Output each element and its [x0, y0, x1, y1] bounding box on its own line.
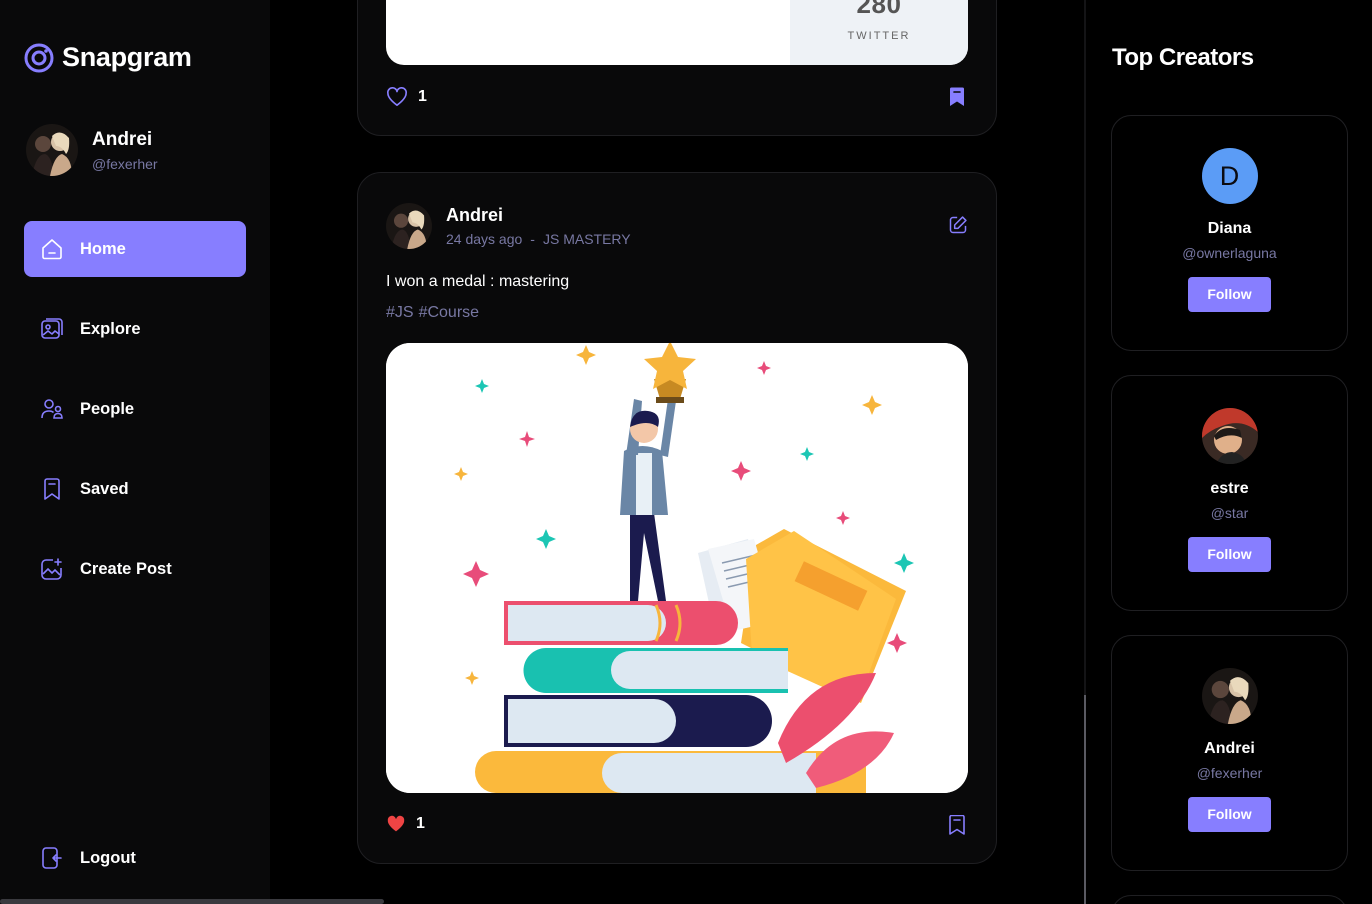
creator-card[interactable]: Andrei @fexerher Follow: [1111, 635, 1348, 871]
nav-item-label: Explore: [80, 319, 141, 338]
nav-item-label: Create Post: [80, 559, 172, 578]
vertical-scrollbar-thumb[interactable]: [1084, 695, 1086, 904]
app-name: Snapgram: [62, 42, 192, 72]
snapgram-logo-icon: [24, 43, 54, 72]
gallery-icon: [41, 318, 63, 339]
post-card: 280 TWITTER 1: [357, 0, 997, 136]
nav-item-people[interactable]: People: [24, 381, 246, 437]
follow-button[interactable]: Follow: [1188, 277, 1271, 312]
heart-outline-icon: [387, 87, 407, 106]
tweet-stat: 280 TWITTER: [790, 0, 968, 65]
profile-link[interactable]: Andrei @fexerher: [26, 124, 158, 176]
like-button[interactable]: 1: [386, 815, 425, 833]
user-handle: @fexerher: [92, 155, 158, 172]
user-name: Andrei: [92, 128, 153, 150]
creator-avatar: [1201, 408, 1258, 464]
create-post-icon: [41, 558, 62, 580]
creator-avatar: D: [1201, 148, 1258, 204]
people-icon: [41, 399, 63, 419]
post-location: JS MASTERY: [542, 231, 631, 247]
save-button[interactable]: [948, 87, 966, 107]
app-logo[interactable]: Snapgram: [24, 42, 192, 73]
logout-icon: [42, 847, 62, 869]
left-sidebar: Snapgram Andrei @fexerher Home Explore P…: [0, 0, 384, 904]
tweet-stat-label: TWITTER: [847, 30, 911, 42]
nav-item-label: Saved: [80, 479, 129, 498]
creator-handle: @ownerlaguna: [1182, 245, 1277, 261]
meta-separator: -: [530, 231, 535, 247]
creator-card[interactable]: estre @star Follow: [1111, 375, 1348, 611]
bookmark-icon: [44, 478, 60, 500]
creator-avatar: [1201, 668, 1258, 724]
follow-button[interactable]: Follow: [1188, 797, 1271, 832]
bookmark-icon: [949, 815, 965, 835]
edit-icon: [949, 216, 967, 234]
creator-name: estre: [1210, 480, 1249, 497]
home-icon: [42, 239, 62, 260]
creator-handle: @star: [1210, 505, 1249, 521]
main-nav: Home Explore People Saved Create Post: [24, 221, 246, 621]
trophy-books-illustration: [386, 343, 968, 793]
post-meta: 24 days ago - JS MASTERY: [446, 231, 631, 247]
logout-label: Logout: [80, 848, 136, 867]
nav-item-saved[interactable]: Saved: [24, 461, 246, 517]
post-time: 24 days ago: [446, 231, 523, 247]
tweet-stat-count: 280: [856, 0, 902, 19]
edit-post-button[interactable]: [948, 215, 968, 240]
logout-button[interactable]: Logout: [40, 846, 136, 870]
top-creators-title: Top Creators: [1112, 44, 1254, 71]
like-count: 1: [418, 88, 427, 105]
follow-button[interactable]: Follow: [1188, 537, 1271, 572]
post-header: Andrei 24 days ago - JS MASTERY: [386, 203, 631, 249]
post-tags: #JS #Course: [386, 304, 479, 322]
nav-item-label: Home: [80, 239, 126, 258]
creator-name: Andrei: [1204, 740, 1255, 757]
save-button[interactable]: [948, 815, 966, 835]
nav-item-explore[interactable]: Explore: [24, 301, 246, 357]
post-card: Andrei 24 days ago - JS MASTERY I won a …: [357, 172, 997, 864]
nav-item-create-post[interactable]: Create Post: [24, 541, 246, 597]
post-tag[interactable]: #Course: [419, 304, 479, 322]
post-author-avatar[interactable]: [386, 203, 432, 249]
heart-filled-icon: [387, 815, 405, 832]
nav-item-label: People: [80, 399, 135, 418]
bookmark-filled-icon: [950, 87, 964, 106]
creator-card[interactable]: [1111, 895, 1348, 904]
post-author-name[interactable]: Andrei: [446, 205, 631, 226]
like-count: 1: [416, 815, 425, 832]
creator-name: Diana: [1207, 220, 1252, 237]
embedded-tweet-card[interactable]: 280 TWITTER: [386, 0, 968, 65]
horizontal-scrollbar[interactable]: [0, 899, 384, 904]
nav-item-home[interactable]: Home: [24, 221, 246, 277]
user-avatar: [26, 124, 78, 176]
creator-card[interactable]: D Diana @ownerlaguna Follow: [1111, 115, 1348, 351]
post-image[interactable]: [386, 343, 968, 793]
creator-handle: @fexerher: [1196, 765, 1263, 781]
post-tag[interactable]: #JS: [386, 304, 414, 322]
post-caption: I won a medal : mastering: [386, 273, 570, 290]
like-button[interactable]: 1: [386, 87, 427, 107]
